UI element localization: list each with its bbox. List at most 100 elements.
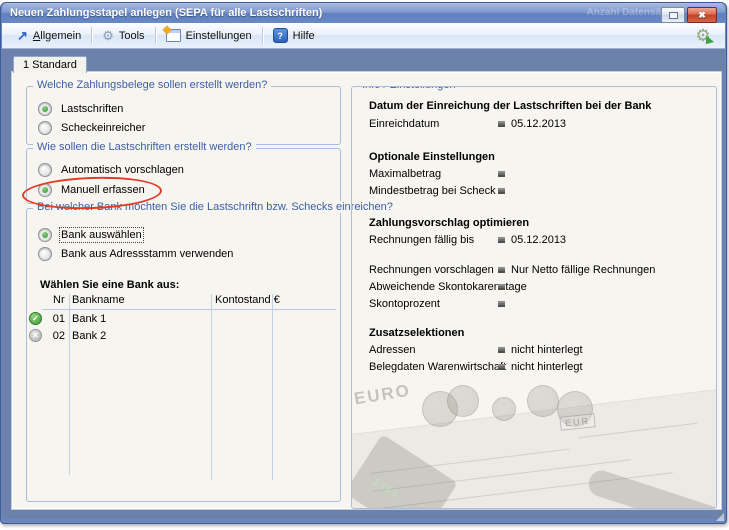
close-button[interactable]: ✖ [687, 7, 717, 23]
info-field-skontokarenztage[interactable]: Abweichende Skontokarenztage [369, 281, 701, 295]
radio-label: Lastschriften [61, 103, 123, 115]
toolbar-item-hilfe[interactable]: ? Hilfe [264, 25, 324, 46]
value-bullet-icon [498, 301, 505, 307]
field-label: Rechnungen fällig bis [369, 234, 474, 246]
resize-grip[interactable] [716, 513, 724, 521]
bank-name: Bank 1 [72, 313, 106, 325]
watermark-coin [527, 385, 559, 417]
radio-unselected-icon[interactable] [38, 121, 52, 135]
info-field-mindestbetrag[interactable]: Mindestbetrag bei Scheck [369, 185, 701, 199]
toolbar-label: Tools [119, 30, 145, 42]
watermark-euro-text: EURO [353, 383, 413, 409]
help-question-icon: ? [273, 28, 288, 43]
toolbar-label: Allgemein [33, 30, 81, 42]
info-field-skontoprozent[interactable]: Skontoprozent [369, 298, 701, 312]
gear-icon: ⚙ [102, 29, 114, 42]
column-header-nr[interactable]: Nr [53, 294, 65, 306]
bank-table-row[interactable]: ✓ 01 Bank 1 [29, 312, 106, 325]
toolbar-item-tools[interactable]: ⚙ Tools [93, 26, 153, 45]
field-label: Rechnungen vorschlagen [369, 264, 494, 276]
group-title: Welche Zahlungsbelege sollen erstellt we… [33, 79, 271, 91]
window-title: Neuen Zahlungsstapel anlegen (SEPA für a… [10, 7, 322, 19]
field-value: 05.12.2013 [511, 118, 566, 130]
value-bullet-icon [498, 284, 505, 290]
radio-bank-auswaehlen[interactable]: Bank auswählen [38, 228, 142, 242]
value-bullet-icon [498, 364, 505, 370]
maximize-button[interactable] [661, 7, 685, 23]
field-value: nicht hinterlegt [511, 344, 583, 356]
radio-unselected-icon[interactable] [38, 163, 52, 177]
radio-automatisch-vorschlagen[interactable]: Automatisch vorschlagen [38, 163, 184, 177]
radio-label: Scheckeinreicher [61, 122, 145, 134]
bank-name: Bank 2 [72, 330, 106, 342]
process-gear-icon[interactable]: ⚙ [693, 26, 713, 46]
field-value: 05.12.2013 [511, 234, 566, 246]
radio-selected-icon[interactable] [38, 102, 52, 116]
info-section-heading: Optionale Einstellungen [369, 151, 495, 163]
info-section-heading: Zahlungsvorschlag optimieren [369, 217, 529, 229]
bank-nr: 02 [49, 330, 65, 342]
info-field-rechnungen-vorschlagen[interactable]: Rechnungen vorschlagen Nur Netto fällige… [369, 264, 701, 278]
info-section-heading: Datum der Einreichung der Lastschriften … [369, 100, 651, 112]
toolbar-separator [91, 27, 92, 45]
toolbar-item-allgemein[interactable]: ↗ Allgemein [8, 27, 90, 45]
title-bar[interactable]: Neuen Zahlungsstapel anlegen (SEPA für a… [2, 4, 725, 23]
toolbar-item-einstellungen[interactable]: Einstellungen [157, 26, 261, 45]
info-field-adressen[interactable]: Adressen nicht hinterlegt [369, 344, 701, 358]
arrow-up-right-icon: ↗ [17, 30, 28, 42]
radio-label: Automatisch vorschlagen [61, 164, 184, 176]
column-header-kontostand[interactable]: Kontostand € [215, 294, 280, 306]
value-bullet-icon [498, 121, 505, 127]
radio-label: Bank aus Adressstamm verwenden [61, 248, 233, 260]
table-column-divider [211, 294, 212, 480]
field-label: Skontoprozent [369, 298, 440, 310]
radio-scheckeinreicher[interactable]: Scheckeinreicher [38, 121, 145, 135]
toolbar-label: Hilfe [293, 30, 315, 42]
value-bullet-icon [498, 237, 505, 243]
background-window-hint: Anzahl Datensä [587, 7, 661, 18]
app-window: Neuen Zahlungsstapel anlegen (SEPA für a… [0, 2, 727, 524]
info-field-maximalbetrag[interactable]: Maximalbetrag [369, 168, 701, 182]
table-header-divider [42, 309, 336, 310]
radio-lastschriften[interactable]: Lastschriften [38, 102, 123, 116]
group-title: Wie sollen die Lastschriften erstellt we… [33, 141, 256, 153]
column-header-bankname[interactable]: Bankname [72, 294, 125, 306]
radio-unselected-icon[interactable] [38, 247, 52, 261]
screenshot-stage: Neuen Zahlungsstapel anlegen (SEPA für a… [0, 0, 729, 530]
bank-nr: 01 [49, 313, 65, 325]
maximize-icon [669, 12, 678, 19]
bank-table-row[interactable]: ✕ 02 Bank 2 [29, 329, 106, 342]
toolbar-separator [155, 27, 156, 45]
field-label: Adressen [369, 344, 415, 356]
bank-active-check-icon: ✓ [29, 312, 42, 325]
content-area: 1 Standard Welche Zahlungsbelege sollen … [2, 49, 725, 519]
info-field-einreichdatum[interactable]: Einreichdatum 05.12.2013 [369, 118, 701, 132]
info-field-belegdaten[interactable]: Belegdaten Warenwirtschaft nicht hinterl… [369, 361, 701, 375]
value-bullet-icon [498, 347, 505, 353]
field-value: Nur Netto fällige Rechnungen [511, 264, 655, 276]
toolbar: ↗ Allgemein ⚙ Tools Einstellungen ? Hilf… [2, 23, 725, 49]
watermark-coin [447, 385, 479, 417]
euro-watermark: EURO EUR 1968 [352, 383, 716, 508]
radio-bank-aus-adressstamm[interactable]: Bank aus Adressstamm verwenden [38, 247, 233, 261]
value-bullet-icon [498, 171, 505, 177]
tab-standard[interactable]: 1 Standard [13, 56, 87, 73]
watermark-coin [492, 397, 516, 421]
info-field-rechnungen-faellig[interactable]: Rechnungen fällig bis 05.12.2013 [369, 234, 701, 248]
bank-table-caption: Wählen Sie eine Bank aus: [40, 279, 179, 291]
field-label: Maximalbetrag [369, 168, 441, 180]
toolbar-label: Einstellungen [186, 30, 252, 42]
radio-selected-icon[interactable] [38, 228, 52, 242]
table-column-divider [272, 294, 273, 480]
value-bullet-icon [498, 267, 505, 273]
bank-inactive-cross-icon: ✕ [29, 329, 42, 342]
tab-page-panel: Welche Zahlungsbelege sollen erstellt we… [11, 71, 722, 510]
group-title: Info / Einstellungen [358, 86, 460, 91]
settings-window-icon [166, 29, 181, 42]
field-label: Einreichdatum [369, 118, 439, 130]
field-label: Mindestbetrag bei Scheck [369, 185, 496, 197]
info-section-heading: Zusatzselektionen [369, 327, 464, 339]
field-value: nicht hinterlegt [511, 361, 583, 373]
field-label: Belegdaten Warenwirtschaft [369, 361, 506, 373]
toolbar-separator [262, 27, 263, 45]
